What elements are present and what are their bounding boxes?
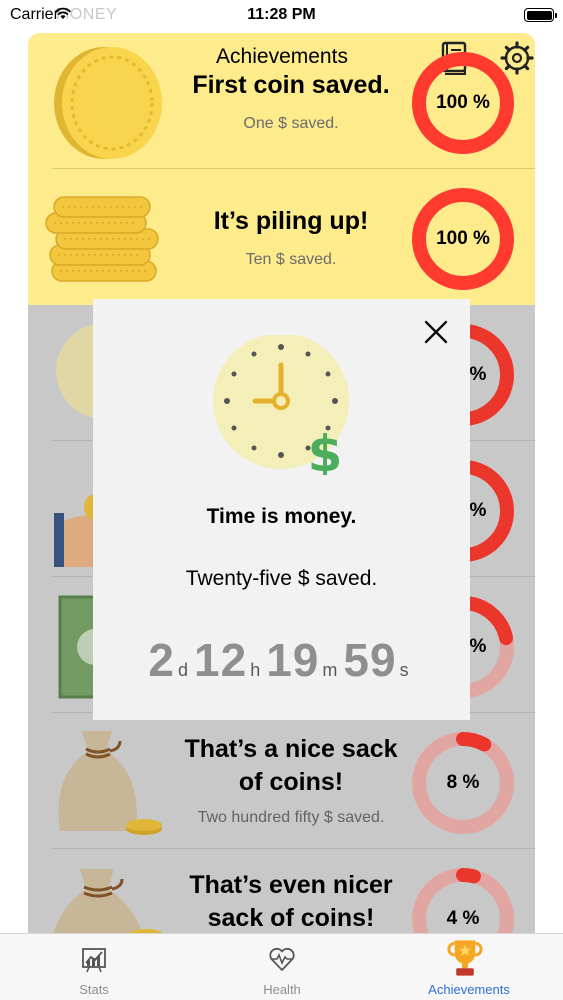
countdown-minutes: 19: [266, 634, 320, 686]
countdown-timer: 2 d 12 h 19 m 59 s: [93, 633, 470, 687]
modal-subtitle: Twenty-five $ saved.: [185, 567, 378, 590]
tab-stats[interactable]: Stats: [0, 934, 188, 1000]
progress-percent-label: 100 %: [436, 228, 490, 249]
trophy-icon: [447, 940, 483, 976]
countdown-hours: 12: [194, 634, 248, 686]
clock-dollar-icon: $: [213, 335, 349, 475]
achievement-detail-modal: $ Time is money. Twenty-five $ saved. 2d…: [93, 299, 470, 720]
stats-icon: [82, 948, 106, 973]
achievement-row[interactable]: It’s piling up! Ten $ saved. 100 %: [28, 169, 535, 305]
page-title: Achievements: [216, 45, 348, 68]
achievement-subtitle: Ten $ saved.: [245, 251, 337, 268]
tab-label: Health: [263, 982, 301, 997]
progress-percent-label: 100 %: [436, 92, 490, 113]
heart-pulse-icon: [269, 947, 295, 971]
tab-label: Stats: [79, 982, 109, 997]
modal-title: Time is money.: [206, 505, 357, 528]
close-icon[interactable]: [420, 316, 452, 348]
countdown-days: 2: [148, 634, 176, 686]
countdown-minutes-unit: m: [322, 660, 338, 680]
countdown-seconds: 59: [343, 634, 397, 686]
achievement-row[interactable]: Achievements First coin saved. One $ sav…: [28, 33, 535, 169]
tab-health[interactable]: Health: [188, 934, 376, 1000]
status-bar: MONEY Carrier 11:28 PM: [0, 0, 563, 32]
countdown-days-unit: d: [178, 660, 189, 680]
single-coin-icon: [54, 47, 162, 159]
battery-icon: [524, 8, 557, 22]
countdown-hours-unit: h: [250, 660, 261, 680]
tab-label: Achievements: [428, 982, 510, 997]
tab-achievements[interactable]: Achievements: [375, 934, 563, 1000]
status-time: 11:28 PM: [247, 6, 316, 23]
achievement-title: First coin saved.: [192, 71, 390, 99]
achievement-title: It’s piling up!: [213, 207, 369, 235]
svg-text:$: $: [308, 425, 343, 475]
countdown-seconds-unit: s: [399, 660, 409, 680]
achievement-subtitle: One $ saved.: [243, 115, 339, 132]
coin-stack-icon: [45, 196, 159, 282]
tab-bar: Stats Health Achievements: [0, 933, 563, 1000]
